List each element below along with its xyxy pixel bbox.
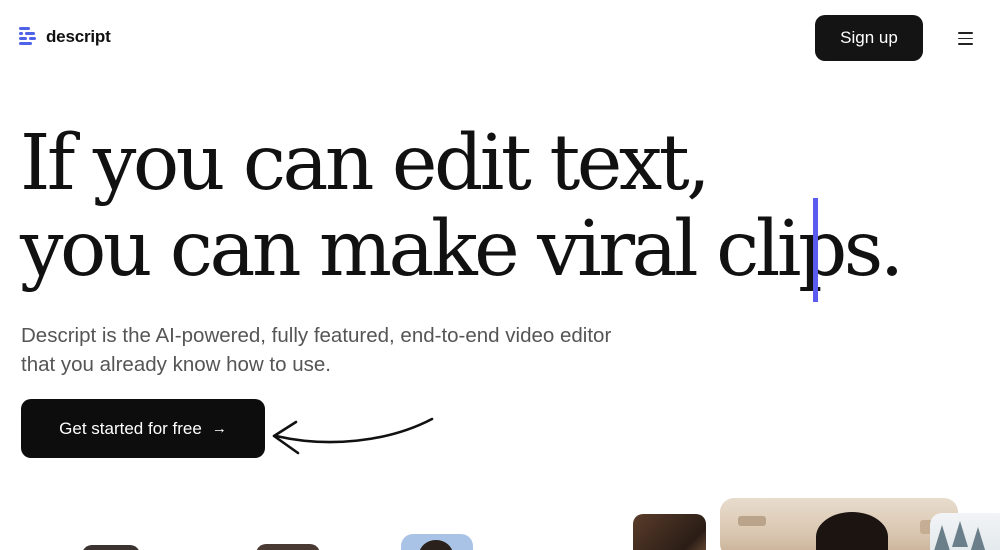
logo-text: descript bbox=[46, 27, 111, 46]
thumbnail-person bbox=[419, 540, 453, 550]
hero-subtitle: Descript is the AI-powered, fully featur… bbox=[21, 321, 681, 379]
menu-line bbox=[958, 32, 973, 34]
thumbnail-detail bbox=[738, 516, 766, 526]
subtitle-line-2: that you already know how to use. bbox=[21, 353, 331, 376]
hero-headline: If you can edit text, you can make viral… bbox=[20, 119, 904, 294]
menu-line bbox=[958, 37, 973, 40]
headline-line-2: you can make viral clips. bbox=[20, 205, 904, 294]
video-thumbnail[interactable] bbox=[401, 534, 473, 550]
get-started-button[interactable]: Get started for free → bbox=[21, 399, 265, 458]
video-thumbnail[interactable] bbox=[82, 545, 140, 550]
menu-line bbox=[958, 43, 973, 45]
video-thumbnail-featured[interactable] bbox=[720, 498, 958, 550]
sign-up-button[interactable]: Sign up bbox=[815, 15, 923, 61]
get-started-label: Get started for free bbox=[59, 418, 202, 438]
headline-line-1: If you can edit text, bbox=[20, 119, 711, 208]
arrow-right-icon: → bbox=[211, 420, 227, 437]
subtitle-line-1: Descript is the AI-powered, fully featur… bbox=[21, 324, 612, 347]
video-thumbnail[interactable] bbox=[633, 514, 706, 550]
video-thumbnail[interactable] bbox=[930, 513, 1000, 550]
thumbnail-tree bbox=[934, 525, 950, 550]
text-cursor bbox=[813, 198, 818, 302]
thumbnail-person bbox=[816, 512, 888, 550]
descript-logo[interactable]: descript bbox=[19, 26, 111, 48]
video-thumbnail[interactable] bbox=[256, 544, 320, 550]
hand-drawn-arrow-icon bbox=[272, 417, 434, 455]
descript-logo-icon bbox=[19, 27, 36, 45]
thumbnail-tree bbox=[952, 521, 968, 547]
hamburger-menu-icon[interactable] bbox=[958, 32, 973, 45]
thumbnail-tree bbox=[970, 527, 986, 550]
